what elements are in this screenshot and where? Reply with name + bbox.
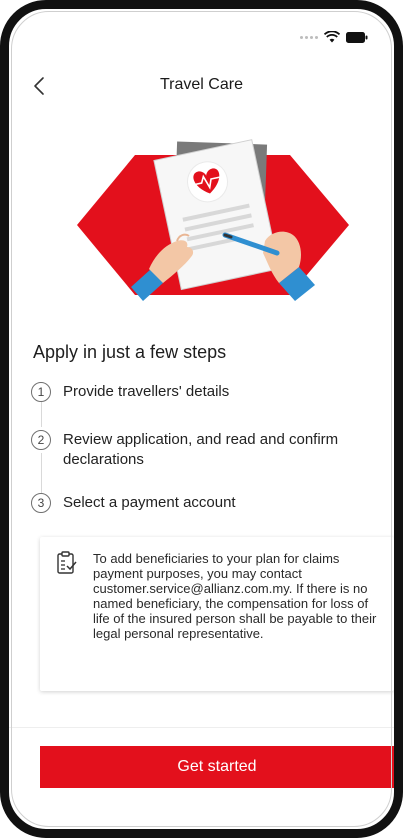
beneficiary-info-card: To add beneficiaries to your plan for cl… — [40, 537, 394, 691]
step-label: Provide travellers' details — [63, 383, 230, 400]
application-form-illustration — [77, 139, 349, 301]
step-2: 2 Review application, and read and confi… — [31, 430, 361, 470]
battery-icon — [346, 31, 368, 43]
signal-dots-icon — [300, 35, 318, 39]
get-started-button[interactable]: Get started — [40, 746, 394, 788]
step-connector — [41, 401, 42, 427]
step-number-badge: 2 — [31, 430, 51, 450]
footer-divider — [9, 727, 394, 728]
wifi-icon — [324, 31, 340, 43]
step-number-badge: 3 — [31, 493, 51, 513]
nav-header: Travel Care — [9, 67, 394, 107]
page-title: Travel Care — [160, 76, 243, 93]
step-label: Review application, and read and confirm… — [63, 431, 339, 468]
beneficiary-info-text: To add beneficiaries to your plan for cl… — [93, 551, 377, 641]
step-label: Select a payment account — [63, 494, 236, 511]
steps-heading: Apply in just a few steps — [33, 342, 227, 362]
step-1: 1 Provide travellers' details — [31, 382, 229, 402]
phone-frame: Travel Care Apply in just a few steps 1 … — [0, 0, 403, 838]
clipboard-check-icon — [57, 551, 77, 574]
status-bar — [300, 31, 368, 43]
step-3: 3 Select a payment account — [31, 493, 236, 513]
step-number-badge: 1 — [31, 382, 51, 402]
